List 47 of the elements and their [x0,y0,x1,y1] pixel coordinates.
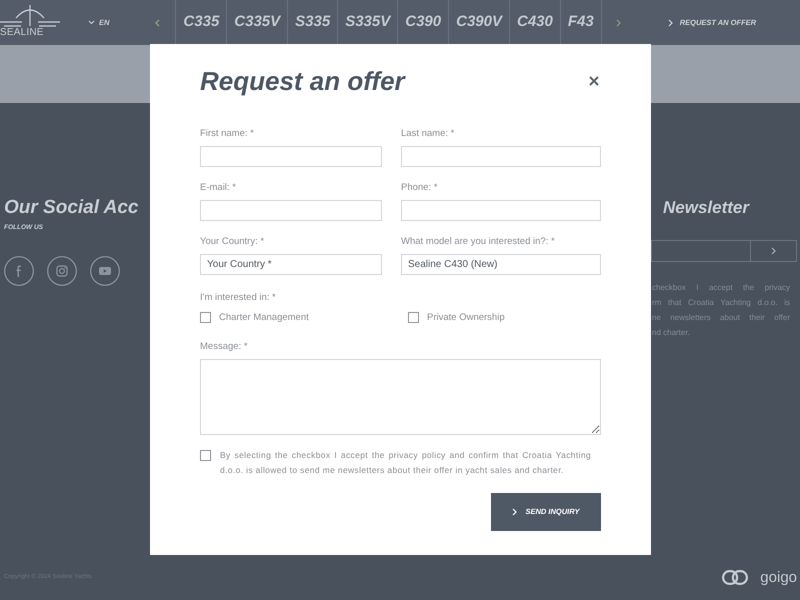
consent-text: ne newsletters about their offer [652,312,790,324]
consent-text: checkbox I accept the privacy [652,282,790,294]
chevron-right-icon [771,247,776,255]
field-label: Your Country: * [200,236,266,248]
section-title: Newsletter [663,198,749,218]
input-field[interactable]: Your Country * [200,254,382,275]
field-label: Message: * [200,341,249,353]
close-button[interactable] [589,76,599,86]
checkbox[interactable] [200,312,211,323]
checkbox[interactable] [200,450,211,461]
input-field[interactable]: Sealine C430 (New) [401,254,601,275]
field-label: E-mail: * [200,182,237,194]
checkbox-label: Charter Management [219,312,309,323]
circled-camera-icon[interactable] [47,256,77,286]
checkbox[interactable] [408,312,419,323]
circled-letter-f-icon[interactable] [4,256,34,286]
field-label: First name: * [200,128,255,140]
input-field[interactable] [401,146,601,167]
submit-button[interactable] [750,240,797,262]
privacy-policy-link[interactable]: privacy policy [388,450,446,460]
input-field[interactable] [200,146,382,167]
close-icon [589,76,599,86]
consent-text: rm that Croatia Yachting d.o.o. is [652,297,790,309]
modal-title: Request an offer [200,66,405,96]
field-label: Phone: * [401,182,438,194]
field-label: Last name: * [401,128,456,140]
brand-text[interactable]: goigo [760,568,797,586]
logo-text: SEALINE [0,28,44,38]
consent-text: nd charter. [652,327,690,339]
input-field[interactable] [401,200,601,221]
arch-logo-icon[interactable] [0,3,60,27]
chevron-left-icon[interactable] [155,18,160,26]
consent-text: By selecting the checkbox I accept the privacy policy and confirm that Croatia Yachting d.o.o. is allowed to send me newsletters about their offer in yacht sales and charter. [220,449,591,477]
chevron-right-icon [512,508,518,516]
input-field[interactable] [200,200,382,221]
checkbox-label: Private Ownership [427,312,505,323]
section-title: Our Social Acc [4,197,138,219]
linked-rings-icon[interactable] [722,570,748,585]
message-field[interactable] [200,359,601,435]
field-label: I'm interested in: * [200,292,277,304]
field-label: What model are you interested in?: * [401,236,556,248]
chevron-down-icon [88,20,95,25]
circled-play-icon[interactable] [90,256,120,286]
chevron-right-icon[interactable] [616,18,621,26]
email-field[interactable] [651,240,750,262]
privacy-link[interactable]: privacy [764,283,790,292]
chevron-right-icon [668,18,673,26]
